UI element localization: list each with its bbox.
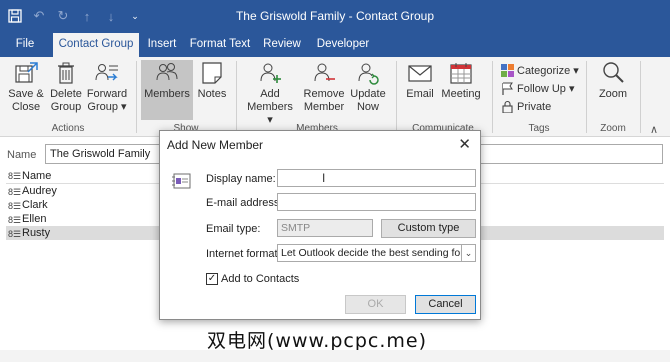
- update-now-button[interactable]: Update Now: [347, 60, 389, 120]
- calendar-icon: [450, 63, 472, 84]
- remove-member-button[interactable]: Remove Member: [302, 60, 346, 120]
- add-members-button[interactable]: Add Members ▾: [243, 60, 297, 126]
- forward-group-button[interactable]: Forward Group ▾: [86, 60, 128, 120]
- email-address-input[interactable]: [277, 193, 476, 211]
- custom-type-button[interactable]: Custom type: [381, 219, 476, 238]
- categorize-icon: [501, 64, 514, 77]
- categorize-button[interactable]: Categorize ▾: [501, 62, 579, 79]
- contact-card-icon: 8☰: [8, 171, 22, 181]
- email-button[interactable]: Email: [402, 60, 438, 120]
- zoom-button[interactable]: Zoom: [594, 60, 632, 120]
- group-label-actions: Actions: [51, 123, 85, 134]
- email-address-label: E-mail address:: [206, 197, 283, 209]
- internet-format-label: Internet format:: [206, 248, 281, 260]
- group-label-zoom: Zoom: [600, 123, 626, 134]
- contact-icon: 8☰: [8, 187, 22, 197]
- cancel-button[interactable]: Cancel: [415, 295, 476, 314]
- title-bar: ↶ ↻ ↑ ↓ ⌄ The Griswold Family - Contact …: [0, 0, 670, 33]
- remove-member-icon: [314, 63, 335, 82]
- tab-insert[interactable]: Insert: [142, 33, 182, 57]
- tab-file[interactable]: File: [8, 33, 42, 57]
- watermark-text: 双电网(www.pcpc.me): [207, 330, 427, 352]
- save-close-icon: [15, 62, 38, 83]
- add-member-icon: [260, 63, 281, 83]
- text-cursor-icon: I: [322, 171, 326, 185]
- group-label-tags: Tags: [528, 123, 550, 134]
- members-view-button[interactable]: Members: [141, 60, 193, 120]
- add-to-contacts-label: Add to Contacts: [221, 273, 300, 285]
- forward-group-icon: [95, 64, 118, 81]
- group-separator: [136, 61, 137, 133]
- contact-icon: 8☰: [8, 229, 22, 239]
- private-button[interactable]: Private: [501, 98, 551, 115]
- meeting-button[interactable]: Meeting: [440, 60, 482, 120]
- display-name-input[interactable]: [277, 169, 476, 187]
- ribbon-tabs: File Contact Group Insert Format Text Re…: [0, 33, 670, 57]
- follow-up-button[interactable]: Follow Up ▾: [501, 80, 574, 97]
- add-new-member-dialog: Add New Member ✕ Display name: I E-mail …: [159, 130, 481, 320]
- members-icon: [156, 63, 178, 81]
- dialog-title: Add New Member: [167, 138, 264, 152]
- name-label: Name: [7, 149, 37, 161]
- contact-card-icon: [172, 173, 191, 189]
- save-close-button[interactable]: Save & Close: [4, 60, 48, 120]
- tab-developer[interactable]: Developer: [311, 33, 375, 57]
- contact-icon: 8☰: [8, 215, 22, 225]
- email-type-input[interactable]: SMTP: [277, 219, 373, 237]
- lock-icon: [502, 100, 513, 113]
- tab-contact-group[interactable]: Contact Group: [53, 33, 139, 57]
- contact-icon: 8☰: [8, 201, 22, 211]
- envelope-icon: [408, 65, 432, 82]
- email-type-label: Email type:: [206, 223, 261, 235]
- ribbon: Save & Close Delete Group Forward Group …: [0, 57, 670, 137]
- internet-format-select[interactable]: Let Outlook decide the best sending form…: [277, 244, 476, 262]
- chevron-down-icon[interactable]: ⌄: [461, 245, 475, 261]
- delete-group-button[interactable]: Delete Group: [48, 60, 84, 120]
- ok-button[interactable]: OK: [345, 295, 406, 314]
- group-separator: [492, 61, 493, 133]
- collapse-ribbon-icon[interactable]: ∧: [650, 123, 658, 136]
- notes-button[interactable]: Notes: [194, 60, 230, 120]
- flag-icon: [502, 82, 513, 95]
- group-separator: [640, 61, 641, 133]
- group-separator: [396, 61, 397, 133]
- tab-review[interactable]: Review: [259, 33, 305, 57]
- magnifier-icon: [603, 62, 624, 83]
- status-bar: [0, 350, 670, 362]
- add-to-contacts-checkbox[interactable]: ✓: [206, 273, 218, 285]
- group-separator: [236, 61, 237, 133]
- tab-format-text[interactable]: Format Text: [186, 33, 254, 57]
- display-name-label: Display name:: [206, 173, 276, 185]
- update-icon: [358, 63, 379, 85]
- notes-icon: [202, 62, 222, 84]
- trash-icon: [58, 62, 74, 84]
- group-separator: [586, 61, 587, 133]
- window-title: The Griswold Family - Contact Group: [235, 9, 435, 23]
- close-icon[interactable]: ✕: [458, 135, 471, 153]
